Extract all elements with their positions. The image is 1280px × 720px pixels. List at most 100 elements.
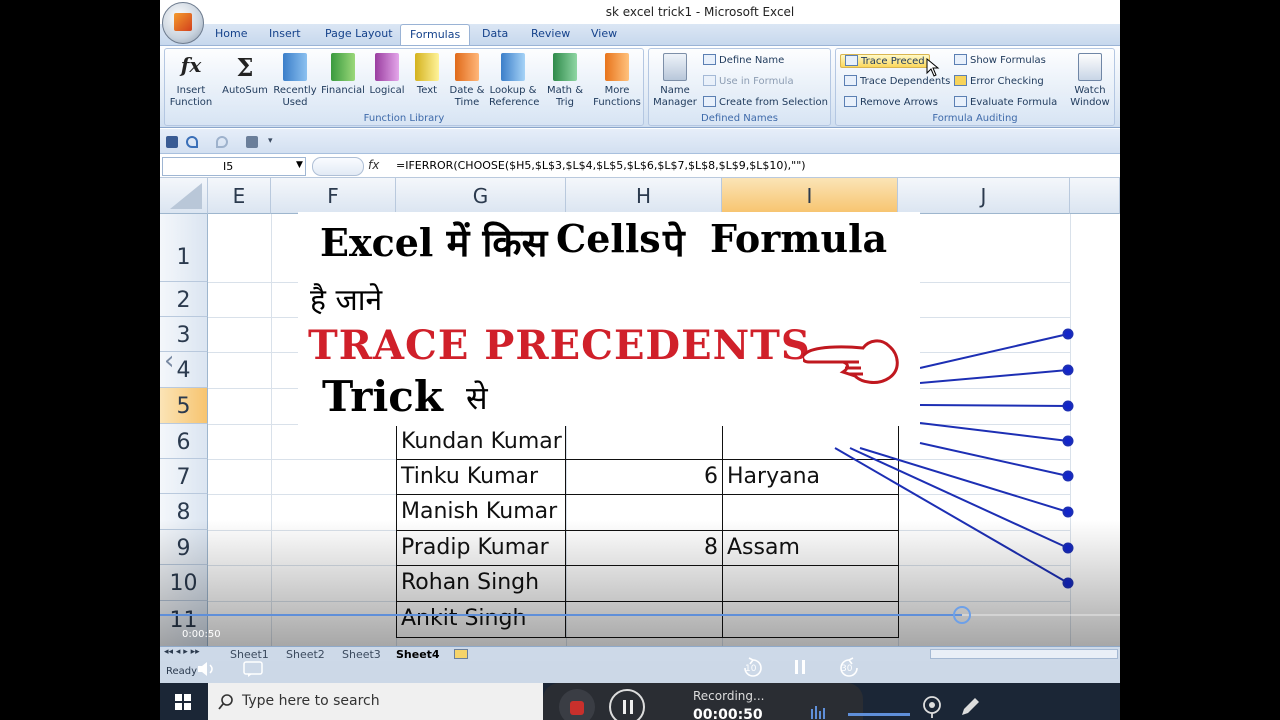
seek-bar-progress [160,614,962,616]
book-icon [415,53,439,81]
save-icon[interactable] [166,136,178,148]
show-formulas-icon [954,54,967,65]
tab-formulas[interactable]: Formulas [400,24,471,45]
title-bar: sk excel trick1 - Microsoft Excel [160,0,1120,24]
pause-icon [795,660,805,674]
error-checking-button[interactable]: Error Checking [954,75,1044,87]
overlay-word-pe: पे [663,220,685,265]
precedent-arrow [919,369,1069,384]
more-functions-button[interactable]: More Functions [591,53,643,109]
remove-arrows-button[interactable]: Remove Arrows [844,96,938,108]
precedent-dot [1062,577,1074,589]
camera-icon[interactable] [246,136,258,148]
autosum-button[interactable]: Σ AutoSum [221,53,269,97]
tab-review[interactable]: Review [531,27,570,40]
fx-icon: fx [180,53,202,77]
financial-button[interactable]: Financial [319,53,367,97]
use-in-formula-button[interactable]: Use in Formula [703,75,794,87]
taskbar-search-box[interactable]: Type here to search [208,683,543,720]
chevron-down-icon[interactable]: ▼ [296,160,303,170]
quick-access-toolbar: ▾ [160,129,1120,154]
tab-data[interactable]: Data [482,27,508,40]
formula-input[interactable]: =IFERROR(CHOOSE($H5,$L$3,$L$4,$L$5,$L$6,… [396,159,806,172]
tab-view[interactable]: View [591,27,617,40]
captions-icon[interactable] [242,660,264,678]
mouse-cursor-icon [926,58,940,77]
windows-taskbar: Type here to search Recording... 00:00:5… [160,683,1120,720]
defined-names-group: Name Manager Define Name Use in Formula … [648,48,831,126]
status-bar: Ready [160,661,1120,683]
office-button[interactable] [162,2,204,44]
error-checking-icon [954,75,967,86]
trace-precedents-icon [845,55,858,66]
recently-used-button[interactable]: Recently Used [271,53,319,109]
name-manager-icon [663,53,687,81]
recording-time: 00:00:50 [693,707,763,720]
chevron-down-icon[interactable]: ▾ [268,136,276,148]
sheet-tab-active[interactable]: Sheet4 [396,648,440,661]
precedent-dot [1062,470,1074,482]
sigma-icon: Σ [236,53,254,82]
rewind-10-button[interactable]: 10 [740,657,766,683]
define-name-button[interactable]: Define Name [703,54,784,66]
insert-function-button[interactable]: fx Insert Function [167,53,215,109]
name-box[interactable]: I5 [162,157,306,176]
create-from-selection-button[interactable]: Create from Selection [703,96,828,108]
overlay-line-hai-jaane: है जाने [310,283,383,318]
book-icon [331,53,355,81]
redo-icon[interactable] [216,136,228,148]
horizontal-scrollbar[interactable] [930,649,1118,659]
precedent-dot [1062,364,1074,376]
book-icon [455,53,479,81]
search-icon [218,694,233,710]
undo-icon[interactable] [186,136,198,148]
webcam-icon[interactable] [920,695,944,719]
lookup-reference-button[interactable]: Lookup & Reference [489,53,539,109]
chevron-left-icon[interactable]: ‹ [164,346,174,376]
ribbon-tabs: Home Insert Page Layout Formulas Data Re… [160,24,1120,45]
overlay-word-formula: Formula [710,216,888,261]
function-library-group: fx Insert Function Σ AutoSum Recently Us… [164,48,644,126]
book-icon [605,53,629,81]
seek-handle[interactable] [953,606,971,624]
trace-precedents-button[interactable]: Trace Preced [840,54,930,68]
date-time-button[interactable]: Date & Time [443,53,491,109]
group-label: Formula Auditing [932,113,1018,124]
sheet-tab[interactable]: Sheet3 [342,648,381,661]
precedent-arrow [919,442,1069,477]
tab-insert[interactable]: Insert [269,27,301,40]
watch-window-button[interactable]: Watch Window [1066,53,1114,109]
show-formulas-button[interactable]: Show Formulas [954,54,1046,66]
name-manager-button[interactable]: Name Manager [651,53,699,109]
ribbon: fx Insert Function Σ AutoSum Recently Us… [160,45,1120,128]
forward-30-button[interactable]: 30 [836,657,862,683]
pen-icon[interactable] [958,695,982,719]
pause-record-button[interactable] [609,689,645,720]
insert-function-icon[interactable]: fx [368,158,379,172]
windows-start-icon[interactable] [175,694,191,710]
formula-bar-splitter[interactable] [312,157,364,176]
sheet-tab[interactable]: Sheet2 [286,648,325,661]
volume-icon[interactable] [196,660,218,678]
playback-time: 0:00:50 [182,629,221,640]
overlay-word-excel: Excel में किस [320,220,548,265]
sheet-nav-arrows-icon[interactable]: ◂◂ ◂ ▸ ▸▸ [164,647,200,657]
group-label: Function Library [363,113,445,124]
window-title: sk excel trick1 - Microsoft Excel [605,5,795,19]
precedent-arrow [919,333,1069,369]
precedent-arrow [849,447,1069,549]
tab-home[interactable]: Home [215,27,247,40]
precedent-dot [1062,328,1074,340]
sheet-tabs-bar: ◂◂ ◂ ▸ ▸▸ Sheet1 Sheet2 Sheet3 Sheet4 [160,646,1120,661]
evaluate-formula-button[interactable]: Evaluate Formula [954,96,1057,108]
volume-slider[interactable] [848,713,910,716]
insert-sheet-icon[interactable] [454,649,468,659]
tab-page-layout[interactable]: Page Layout [325,27,393,40]
book-icon [553,53,577,81]
recording-label: Recording... [693,689,765,703]
precedent-dot [1062,542,1074,554]
stop-record-button[interactable] [559,689,595,720]
math-trig-button[interactable]: Math & Trig [541,53,589,109]
overlay-word-cells: Cells [556,216,661,261]
pause-button[interactable] [792,659,808,679]
